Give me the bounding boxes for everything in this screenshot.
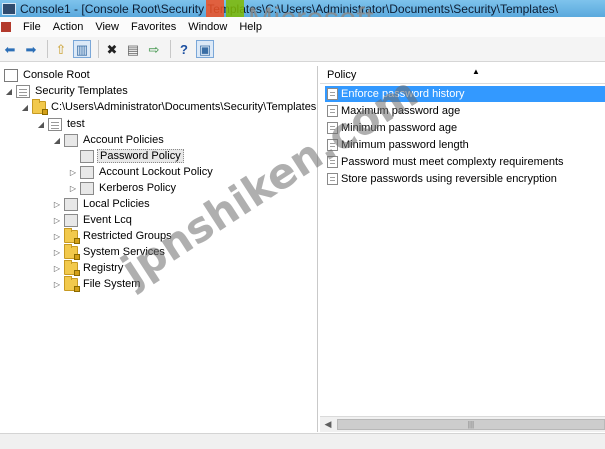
collapse-icon[interactable]: ◢	[4, 87, 14, 96]
up-folder-icon[interactable]: ⇧	[52, 40, 70, 58]
folder-icon	[64, 275, 80, 292]
policy-setting-icon	[327, 122, 338, 134]
tree-node-account-policies[interactable]: ◢ Account Policies	[52, 132, 166, 148]
back-icon[interactable]: ⬅	[1, 40, 19, 58]
tree-node-restricted-groups[interactable]: ▷ Restricted Groups	[52, 227, 174, 244]
policy-setting-icon	[327, 139, 338, 151]
expand-icon[interactable]: ▷	[52, 248, 62, 257]
list-item[interactable]: Maximum password age	[325, 103, 605, 119]
collapse-icon[interactable]: ◢	[20, 103, 30, 112]
tree-node-account-lockout-policy[interactable]: ▷ Account Lockout Policy	[68, 164, 215, 180]
collapse-icon[interactable]: ◢	[36, 120, 46, 129]
expand-icon[interactable]: ▷	[52, 232, 62, 241]
menu-window[interactable]: Window	[182, 21, 233, 33]
list-item[interactable]: Password must meet complexty requirement…	[325, 154, 605, 170]
title-bar: Console1 - [Console Root\Security Templa…	[0, 0, 605, 17]
export-icon[interactable]: ⇨	[145, 40, 163, 58]
toolbar-separator	[47, 40, 48, 58]
policy-list-pane: Policy ▲ Enforce password history Maximu…	[320, 66, 605, 432]
scrollbar-thumb[interactable]: |||	[337, 419, 605, 430]
horizontal-scrollbar[interactable]: ◀ |||	[320, 416, 605, 432]
toolbar-separator	[98, 40, 99, 58]
policy-name: Password must meet complexty requirement…	[341, 156, 564, 168]
template-icon	[48, 117, 62, 131]
policy-name: Maximum password age	[341, 105, 461, 117]
policy-name: Minimum password length	[341, 139, 469, 151]
console-app-icon	[2, 2, 16, 15]
tree-node-event-log[interactable]: ▷ Event Lcq	[52, 212, 134, 228]
tree-node-security-templates[interactable]: ◢ Security Templates	[4, 83, 130, 99]
column-header-policy[interactable]: Policy ▲	[320, 66, 605, 84]
policy-setting-icon	[327, 173, 338, 185]
policy-folder-icon	[64, 213, 78, 227]
folder-icon	[64, 243, 80, 260]
tree-node-password-policy[interactable]: Password Policy	[78, 148, 184, 164]
console-tree: Console Root ◢ Security Templates ◢ C:\U…	[0, 66, 318, 432]
tree-node-test[interactable]: ◢ test	[36, 116, 87, 132]
console-root-icon	[4, 68, 18, 82]
tree-node-system-services[interactable]: ▷ System Services	[52, 243, 167, 260]
list-item[interactable]: Enforce password history	[325, 86, 605, 102]
expand-icon[interactable]: ▷	[52, 200, 62, 209]
menu-help[interactable]: Help	[233, 21, 268, 33]
tree-node-registry[interactable]: ▷ Registry	[52, 259, 125, 276]
list-item[interactable]: Minimum password length	[325, 137, 605, 153]
tree-node-local-policies[interactable]: ▷ Local Pclicies	[52, 196, 152, 212]
policy-name: Store passwords using reversible encrypt…	[341, 173, 557, 185]
collapse-icon[interactable]: ◢	[52, 136, 62, 145]
list-item[interactable]: Minimum password age	[325, 120, 605, 136]
menu-file[interactable]: File	[17, 21, 47, 33]
policy-name: Enforce password history	[341, 88, 465, 100]
sort-ascending-icon: ▲	[472, 67, 480, 76]
mmc-menu-icon[interactable]	[1, 22, 11, 32]
policy-folder-icon	[80, 181, 94, 195]
scroll-left-icon[interactable]: ◀	[320, 417, 336, 432]
tree-node-templates-path[interactable]: ◢ C:\Users\Administrator\Documents\Secur…	[20, 98, 317, 115]
folder-icon	[64, 227, 80, 244]
properties-icon[interactable]: ▤	[124, 40, 142, 58]
expand-icon[interactable]: ▷	[52, 280, 62, 289]
policy-setting-icon	[327, 88, 338, 100]
tree-node-file-system[interactable]: ▷ File System	[52, 275, 142, 292]
expand-icon[interactable]: ▷	[68, 168, 78, 177]
policy-folder-icon	[64, 133, 78, 147]
policy-setting-icon	[327, 156, 338, 168]
list-item[interactable]: Store passwords using reversible encrypt…	[325, 171, 605, 187]
policy-folder-icon	[80, 165, 94, 179]
forward-icon[interactable]: ➡	[22, 40, 40, 58]
toolbar: ⬅ ➡ ⇧ ▥ ✖ ▤ ⇨ ? ▣	[0, 37, 605, 62]
column-header-label: Policy	[327, 68, 357, 81]
policy-name: Minimum password age	[341, 122, 458, 134]
status-bar	[0, 433, 605, 449]
expand-icon[interactable]: ▷	[52, 264, 62, 273]
tree-node-console-root[interactable]: Console Root	[2, 67, 92, 83]
menu-action[interactable]: Action	[47, 21, 90, 33]
window-title: Console1 - [Console Root\Security Templa…	[20, 1, 558, 16]
help-icon[interactable]: ?	[175, 40, 193, 58]
security-templates-icon	[16, 84, 30, 98]
tree-node-kerberos-policy[interactable]: ▷ Kerberos Policy	[68, 180, 178, 196]
menu-view[interactable]: View	[89, 21, 125, 33]
folder-icon	[32, 98, 48, 115]
folder-icon	[64, 259, 80, 276]
expand-icon[interactable]: ▷	[68, 184, 78, 193]
policy-folder-icon	[80, 149, 94, 163]
policy-folder-icon	[64, 197, 78, 211]
menu-bar: File Action View Favorites Window Help	[0, 17, 605, 37]
menu-favorites[interactable]: Favorites	[125, 21, 182, 33]
panel-icon[interactable]: ▣	[196, 40, 214, 58]
expand-icon[interactable]: ▷	[52, 216, 62, 225]
delete-icon[interactable]: ✖	[103, 40, 121, 58]
policy-setting-icon	[327, 105, 338, 117]
show-hide-tree-icon[interactable]: ▥	[73, 40, 91, 58]
toolbar-separator	[170, 40, 171, 58]
